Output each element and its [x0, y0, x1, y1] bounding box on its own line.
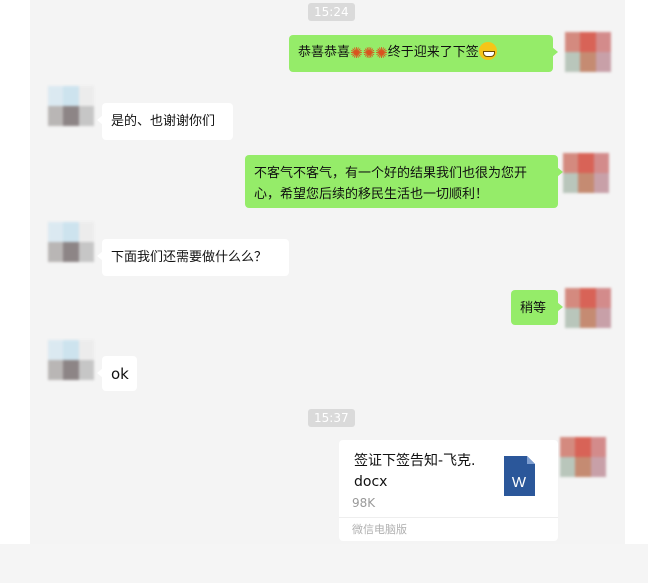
bottom-strip — [0, 544, 648, 583]
file-name-line: 签证下签告知-飞克. — [354, 453, 476, 469]
firework-icon: ✺ — [362, 44, 376, 62]
message-bubble-mine[interactable]: 不客气不客气，有一个好的结果我们也很为您开 心，希望您后续的移民生活也一切顺利！ — [245, 155, 563, 208]
firework-icon: ✺ — [375, 44, 388, 62]
message-text: 稍等 — [520, 301, 547, 316]
file-name-line: docx — [354, 474, 388, 490]
file-size: 98K — [352, 496, 376, 510]
message-bubble-mine[interactable]: 恭喜恭喜✺✺✺终于迎来了下签 — [289, 35, 558, 72]
divider — [339, 517, 558, 518]
message-bubble-contact[interactable]: 下面我们还需要做什么么？ — [97, 239, 289, 276]
contact-avatar[interactable] — [48, 222, 94, 262]
message-text: 恭喜恭喜 — [298, 45, 351, 60]
contact-avatar[interactable] — [48, 86, 94, 126]
message-bubble-contact[interactable]: 是的、也谢谢你们 — [97, 103, 233, 140]
message-text: 是的、也谢谢你们 — [111, 114, 216, 129]
message-text-line: 不客气不客气，有一个好的结果我们也很为您开 — [254, 166, 528, 181]
message-bubble-contact[interactable]: ok — [97, 356, 137, 391]
right-gutter — [625, 0, 648, 544]
my-avatar[interactable] — [560, 437, 606, 477]
message-text: 终于迎来了下签 — [387, 45, 479, 60]
timestamp: 15:37 — [308, 409, 355, 427]
contact-avatar[interactable] — [48, 340, 94, 380]
my-avatar[interactable] — [565, 32, 611, 72]
message-text: ok — [111, 365, 129, 383]
my-avatar[interactable] — [565, 288, 611, 328]
message-bubble-mine[interactable]: 稍等 — [511, 290, 563, 325]
my-avatar[interactable] — [563, 153, 609, 193]
grinning-face-icon — [478, 42, 497, 60]
file-message-card[interactable]: 签证下签告知-飞克. docx W 98K 微信电脑版 — [339, 440, 558, 541]
message-text: 下面我们还需要做什么么？ — [111, 250, 268, 265]
word-icon-letter: W — [512, 474, 527, 491]
firework-icon: ✺ — [350, 44, 363, 62]
timestamp: 15:24 — [308, 3, 355, 21]
message-text-line: 心，希望您后续的移民生活也一切顺利！ — [254, 187, 489, 202]
word-file-icon: W — [504, 456, 535, 496]
left-gutter — [0, 0, 30, 544]
file-name: 签证下签告知-飞克. docx — [354, 451, 494, 493]
file-source-label: 微信电脑版 — [352, 523, 407, 536]
